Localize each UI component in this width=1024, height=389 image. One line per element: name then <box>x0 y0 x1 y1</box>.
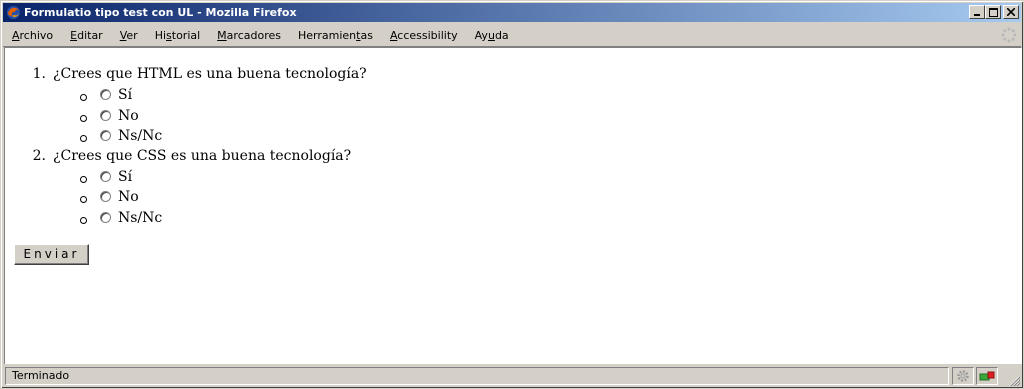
page-content: 1. ¿Crees que HTML es una buena tecnologí… <box>4 47 1022 364</box>
menu-marcadores[interactable]: Marcadores <box>208 29 289 42</box>
minimize-icon <box>974 14 980 16</box>
title-bar[interactable]: Formulatio tipo test con UL - Mozilla Fi… <box>3 3 1021 22</box>
radio-button[interactable] <box>100 130 111 141</box>
menu-archivo[interactable]: Archivo <box>3 29 61 42</box>
question-text: ¿Crees que HTML es una buena tecnología? <box>53 66 367 82</box>
menu-bar: Archivo Editar Ver Historial Marcadores Herra… <box>3 24 1021 47</box>
status-bar: Terminado <box>3 366 1021 387</box>
resize-grip-icon[interactable] <box>1008 374 1020 386</box>
menu-accessibility[interactable]: Accessibility <box>381 29 466 42</box>
option-label[interactable]: Sí <box>118 169 132 185</box>
menu-herramientas[interactable]: Herramientas <box>289 29 381 42</box>
firefox-icon <box>6 5 21 20</box>
radio-button[interactable] <box>100 211 111 223</box>
minimize-button[interactable] <box>969 5 985 19</box>
list-bullet <box>80 216 87 224</box>
radio-button[interactable] <box>100 170 111 182</box>
window-title: Formulatio tipo test con UL - Mozilla Fi… <box>24 6 297 19</box>
menu-historial[interactable]: Historial <box>146 29 208 42</box>
option-label[interactable]: Ns/Nc <box>118 210 162 226</box>
status-activity-panel[interactable] <box>952 367 974 385</box>
status-text: Terminado <box>5 367 949 385</box>
list-bullet <box>80 196 87 203</box>
radio-button[interactable] <box>100 109 111 121</box>
question-number: 1. <box>32 66 46 82</box>
maximize-button[interactable] <box>985 5 1001 19</box>
throbber-icon <box>1001 27 1017 43</box>
radio-button[interactable] <box>100 191 111 202</box>
option-label[interactable]: No <box>118 189 139 205</box>
question-text: ¿Crees que CSS es una buena tecnología? <box>53 147 352 164</box>
option-label[interactable]: Sí <box>118 87 132 103</box>
menu-ayuda[interactable]: Ayuda <box>466 29 517 42</box>
list-bullet <box>80 114 87 122</box>
list-bullet <box>80 175 87 183</box>
gear-icon <box>957 370 969 382</box>
option-label[interactable]: Ns/Nc <box>118 128 162 144</box>
window-controls <box>969 5 1019 19</box>
question-number: 2. <box>32 147 46 164</box>
menu-ver[interactable]: Ver <box>111 29 146 42</box>
list-bullet <box>80 94 87 101</box>
status-connection-panel[interactable] <box>976 367 998 385</box>
list-bullet <box>80 135 87 142</box>
connection-icon <box>979 371 995 381</box>
submit-button[interactable]: Enviar <box>14 244 89 265</box>
close-icon <box>1007 8 1015 16</box>
option-label[interactable]: No <box>118 108 139 124</box>
browser-window: Formulatio tipo test con UL - Mozilla Fi… <box>0 0 1024 389</box>
menu-editar[interactable]: Editar <box>61 29 111 42</box>
radio-button[interactable] <box>100 89 111 100</box>
close-button[interactable] <box>1003 5 1019 19</box>
maximize-icon <box>988 7 998 17</box>
